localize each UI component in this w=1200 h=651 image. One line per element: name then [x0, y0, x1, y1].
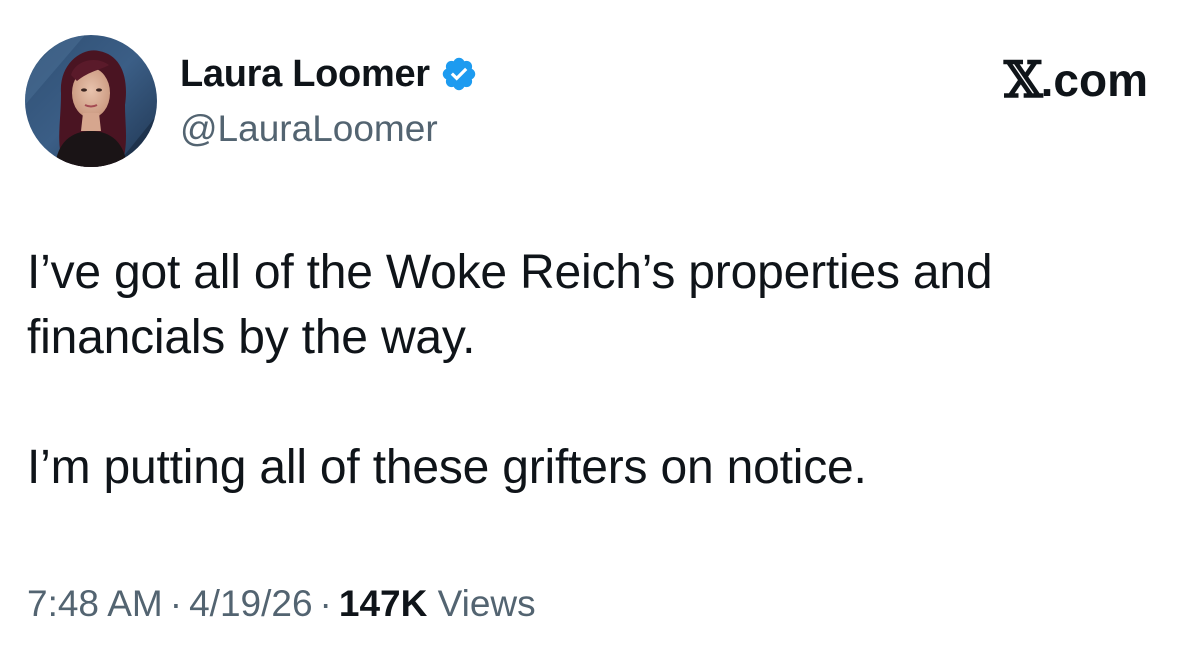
meta-separator: ·: [319, 583, 332, 624]
tweet-paragraph: I’ve got all of the Woke Reich’s propert…: [27, 246, 993, 364]
tweet-time[interactable]: 7:48 AM: [27, 583, 163, 624]
avatar[interactable]: [25, 35, 157, 167]
tweet-paragraph: I’m putting all of these grifters on not…: [27, 441, 867, 494]
tweet-meta: 7:48 AM · 4/19/26 · 147K Views: [27, 583, 536, 625]
brand-tld: .com: [1040, 53, 1148, 106]
x-mark-icon: 𝕏: [1003, 50, 1043, 109]
views-label: Views: [437, 583, 536, 624]
tweet-date[interactable]: 4/19/26: [189, 583, 312, 624]
author-name[interactable]: Laura Loomer: [180, 53, 430, 96]
tweet-card: Laura Loomer @LauraLoomer 𝕏 .com I’ve got…: [0, 0, 1200, 651]
author-handle[interactable]: @LauraLoomer: [180, 108, 438, 150]
tweet-text: I’ve got all of the Woke Reich’s propert…: [27, 240, 1167, 500]
author-name-row: Laura Loomer: [180, 52, 478, 96]
verified-badge-icon: [440, 55, 478, 93]
avatar-image: [25, 35, 157, 167]
meta-separator: ·: [169, 583, 183, 624]
x-logo[interactable]: 𝕏 .com: [1004, 50, 1148, 109]
views-count: 147K: [338, 583, 428, 624]
